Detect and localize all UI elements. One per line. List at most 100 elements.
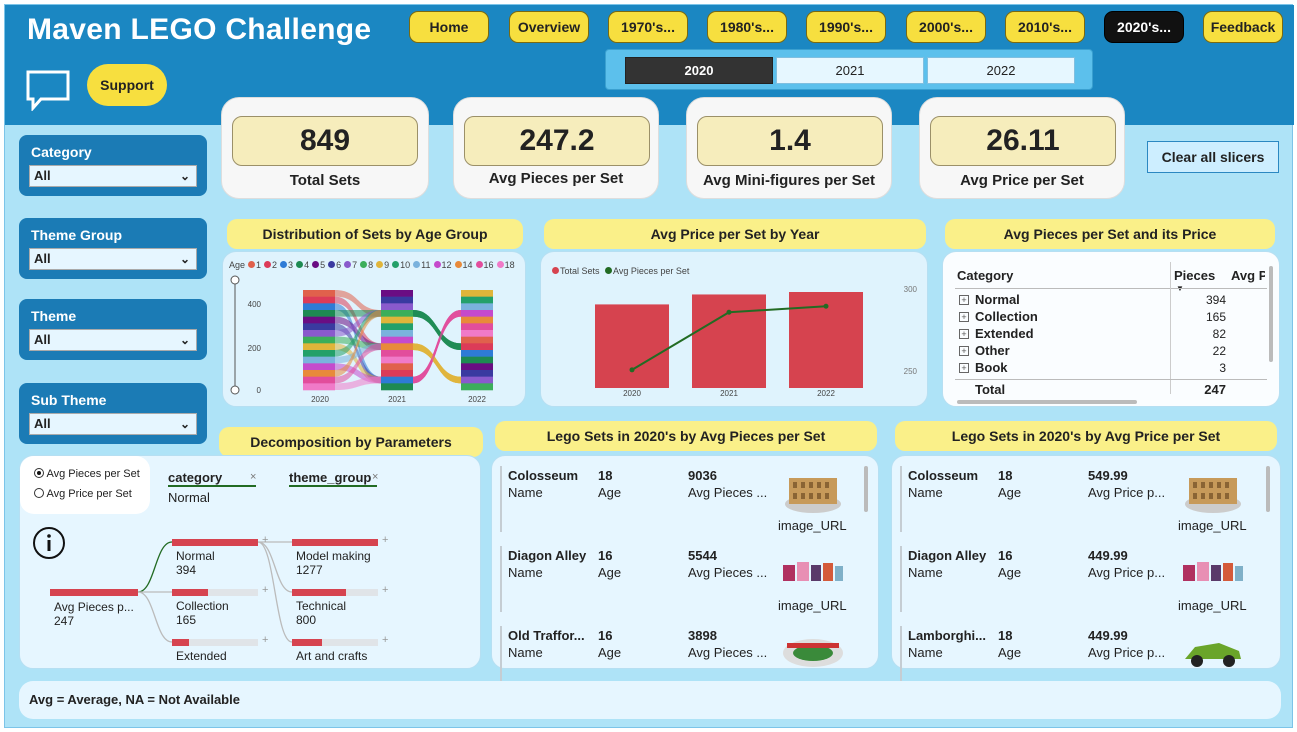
- col-header-pieces[interactable]: Pieces: [1174, 268, 1215, 283]
- avg-pieces-point[interactable]: [726, 309, 732, 315]
- expand-plus-icon[interactable]: +: [382, 534, 388, 546]
- sankey-node[interactable]: [303, 383, 335, 391]
- sankey-node[interactable]: [303, 376, 335, 384]
- year-2022-button[interactable]: 2022: [927, 57, 1075, 84]
- expand-icon[interactable]: +: [959, 312, 969, 322]
- avg-pieces-point[interactable]: [823, 303, 829, 309]
- theme-group-dropdown[interactable]: All ⌄: [29, 248, 197, 270]
- expand-plus-icon[interactable]: +: [382, 584, 388, 596]
- vertical-scrollbar[interactable]: [1266, 466, 1270, 512]
- nav-1990s-button[interactable]: 1990's...: [806, 11, 886, 43]
- sankey-node[interactable]: [461, 316, 493, 324]
- sankey-node[interactable]: [461, 296, 493, 304]
- expand-icon[interactable]: +: [959, 363, 969, 373]
- nav-home-button[interactable]: Home: [409, 11, 489, 43]
- avg-pieces-point[interactable]: [629, 367, 635, 373]
- nav-2010s-button[interactable]: 2010's...: [1005, 11, 1085, 43]
- set-name[interactable]: Old Traffor...: [508, 628, 592, 643]
- support-button[interactable]: Support: [87, 64, 167, 106]
- sankey-node[interactable]: [461, 350, 493, 357]
- set-image[interactable]: [1180, 546, 1246, 596]
- category-dropdown[interactable]: All ⌄: [29, 165, 197, 187]
- sankey-node[interactable]: [381, 316, 413, 324]
- node-bar[interactable]: [172, 639, 189, 646]
- set-image[interactable]: [780, 466, 846, 516]
- nav-2020s-button[interactable]: 2020's...: [1104, 11, 1184, 43]
- set-image[interactable]: [1180, 626, 1246, 676]
- sankey-node[interactable]: [461, 356, 493, 364]
- set-name[interactable]: Diagon Alley: [508, 548, 592, 563]
- matrix-row-label[interactable]: Normal: [975, 292, 1020, 307]
- sankey-node[interactable]: [303, 343, 335, 351]
- expand-icon[interactable]: +: [959, 295, 969, 305]
- sankey-node[interactable]: [461, 383, 493, 391]
- node-bar[interactable]: [172, 589, 208, 596]
- set-name[interactable]: Lamborghi...: [908, 628, 992, 643]
- col-header-avg-price[interactable]: Avg P: [1231, 268, 1265, 283]
- sankey-node[interactable]: [303, 296, 335, 304]
- sankey-node[interactable]: [461, 330, 493, 337]
- sankey-node[interactable]: [303, 330, 335, 337]
- sankey-node[interactable]: [461, 323, 493, 331]
- sankey-node[interactable]: [303, 316, 335, 324]
- sankey-node[interactable]: [461, 376, 493, 384]
- total-sets-bar[interactable]: [692, 294, 766, 388]
- sankey-node[interactable]: [381, 323, 413, 331]
- node-bar[interactable]: [172, 539, 258, 546]
- sankey-node[interactable]: [461, 363, 493, 371]
- sankey-node[interactable]: [381, 336, 413, 344]
- matrix-row-label[interactable]: Other: [975, 343, 1010, 358]
- expand-plus-icon[interactable]: +: [262, 534, 268, 546]
- year-2021-button[interactable]: 2021: [776, 57, 924, 84]
- sankey-node[interactable]: [381, 363, 413, 371]
- node-bar[interactable]: [292, 639, 322, 646]
- sankey-node[interactable]: [381, 296, 413, 304]
- nav-1980s-button[interactable]: 1980's...: [707, 11, 787, 43]
- matrix-row-label[interactable]: Book: [975, 360, 1008, 375]
- sankey-node[interactable]: [303, 336, 335, 344]
- total-sets-bar[interactable]: [595, 304, 669, 388]
- expand-plus-icon[interactable]: +: [382, 634, 388, 646]
- year-2020-button[interactable]: 2020: [625, 57, 773, 84]
- chat-icon[interactable]: [25, 69, 71, 116]
- set-name[interactable]: Colosseum: [908, 468, 992, 483]
- sankey-node[interactable]: [303, 350, 335, 357]
- sankey-node[interactable]: [381, 290, 413, 297]
- zoom-slider-handle-bottom[interactable]: [230, 385, 240, 395]
- set-image[interactable]: [1180, 466, 1246, 516]
- sankey-node[interactable]: [461, 290, 493, 297]
- sankey-node[interactable]: [303, 290, 335, 297]
- horizontal-scrollbar[interactable]: [957, 400, 1137, 404]
- sankey-node[interactable]: [461, 336, 493, 344]
- clear-slicers-button[interactable]: Clear all slicers: [1147, 141, 1279, 173]
- sankey-node[interactable]: [303, 370, 335, 377]
- sankey-node[interactable]: [303, 323, 335, 331]
- nav-feedback-button[interactable]: Feedback: [1203, 11, 1283, 43]
- nav-1970s-button[interactable]: 1970's...: [608, 11, 688, 43]
- theme-dropdown[interactable]: All ⌄: [29, 329, 197, 351]
- matrix-row-label[interactable]: Extended: [975, 326, 1034, 341]
- expand-plus-icon[interactable]: +: [262, 584, 268, 596]
- root-bar[interactable]: [50, 589, 138, 596]
- sankey-node[interactable]: [461, 370, 493, 377]
- sub-theme-dropdown[interactable]: All ⌄: [29, 413, 197, 435]
- sankey-node[interactable]: [381, 356, 413, 364]
- expand-plus-icon[interactable]: +: [262, 634, 268, 646]
- vertical-scrollbar[interactable]: [864, 466, 868, 512]
- sankey-node[interactable]: [461, 343, 493, 351]
- sankey-node[interactable]: [303, 356, 335, 364]
- set-name[interactable]: Colosseum: [508, 468, 592, 483]
- sankey-node[interactable]: [381, 383, 413, 391]
- sankey-node[interactable]: [381, 343, 413, 351]
- sankey-node[interactable]: [303, 363, 335, 371]
- sankey-node[interactable]: [461, 310, 493, 317]
- set-image[interactable]: [780, 626, 846, 676]
- node-bar[interactable]: [292, 589, 346, 596]
- zoom-slider-handle-top[interactable]: [230, 275, 240, 285]
- sankey-node[interactable]: [381, 310, 413, 317]
- nav-2000s-button[interactable]: 2000's...: [906, 11, 986, 43]
- set-image[interactable]: [780, 546, 846, 596]
- sankey-node[interactable]: [381, 370, 413, 377]
- expand-icon[interactable]: +: [959, 329, 969, 339]
- matrix-row-label[interactable]: Collection: [975, 309, 1038, 324]
